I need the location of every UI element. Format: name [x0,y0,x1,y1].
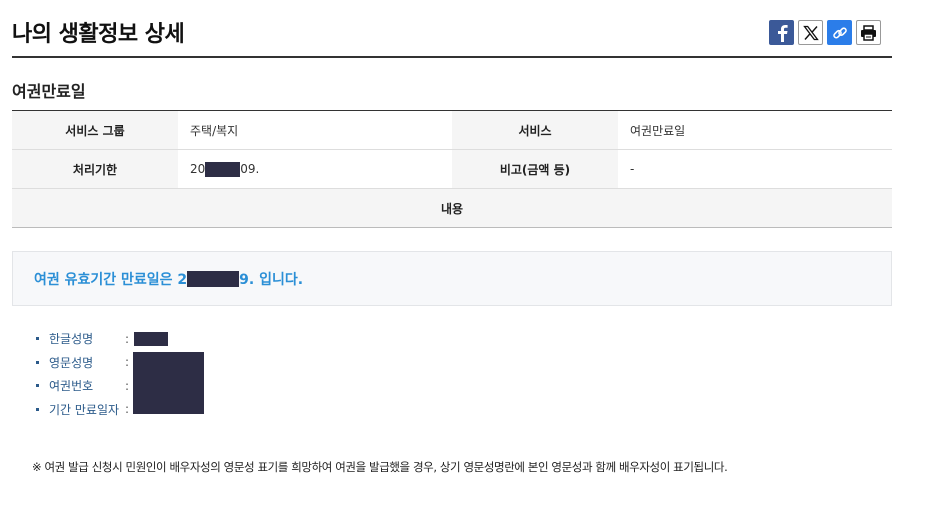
note-value: - [618,149,892,189]
expiry-date-label: 기간 만료일자 [49,402,120,417]
redaction-mask [187,270,240,287]
separator: : [125,331,130,346]
facebook-icon [777,24,788,42]
table-row: 서비스 그룹 주택/복지 서비스 여권만료일 [12,110,892,150]
bullet-icon [36,337,39,341]
x-share-button[interactable] [798,20,823,45]
list-item: 한글성명 : [36,327,168,351]
footnote: ※ 여권 발급 신청시 민원인이 배우자성의 영문성 표기를 희망하여 여권을 … [32,460,728,474]
page-title: 나의 생활정보 상세 [12,22,185,47]
service-label: 서비스 [452,110,618,150]
link-icon [832,26,847,39]
copy-link-button[interactable] [827,20,852,45]
table-row: 처리기한 20 09. 비고(금액 등) - [12,149,892,189]
service-value: 여권만료일 [618,110,892,150]
service-group-value: 주택/복지 [178,110,452,150]
notice-suffix: 9. 입니다. [239,271,304,288]
deadline-value: 20 09. [178,149,452,189]
expiry-notice: 여권 유효기간 만료일은 2 9. 입니다. [12,251,892,306]
service-group-label: 서비스 그룹 [12,110,178,150]
english-name-label: 영문성명 [49,355,94,370]
bullet-icon [36,360,39,364]
print-icon [861,24,876,41]
note-label: 비고(금액 등) [452,149,618,189]
section-title: 여권만료일 [12,82,86,101]
title-divider [12,56,892,58]
bullet-icon [36,384,39,388]
deadline-suffix: 09. [240,161,260,176]
redaction-mask [205,161,241,177]
info-table: 서비스 그룹 주택/복지 서비스 여권만료일 처리기한 20 09. 비고(금액 … [12,110,892,228]
content-header: 내용 [12,188,892,228]
redaction-mask [134,331,168,346]
x-icon [802,25,819,40]
notice-prefix: 여권 유효기간 만료일은 2 [34,271,188,288]
table-row: 내용 [12,188,892,228]
passport-number-label: 여권번호 [49,379,94,394]
deadline-label: 처리기한 [12,149,178,189]
redaction-mask [133,352,204,414]
bullet-icon [36,407,39,411]
print-button[interactable] [856,20,881,45]
deadline-prefix: 20 [190,161,206,176]
share-toolbar [769,20,881,45]
korean-name-label: 한글성명 [49,332,94,347]
facebook-share-button[interactable] [769,20,794,45]
